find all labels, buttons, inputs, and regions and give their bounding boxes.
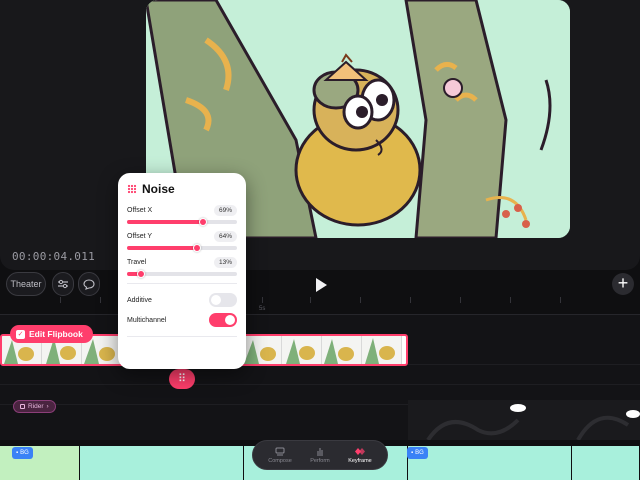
rider-track-chip[interactable]: Rider › bbox=[13, 400, 56, 413]
adjust-button[interactable] bbox=[52, 272, 74, 296]
timeline-ruler[interactable]: 5s bbox=[0, 297, 640, 315]
param-value[interactable]: 69% bbox=[213, 205, 237, 216]
flipbook-frame[interactable] bbox=[242, 336, 282, 364]
ruler-tick bbox=[100, 297, 101, 303]
noise-grid-icon bbox=[127, 184, 137, 194]
toggle-multichannel-row: Multichannel bbox=[127, 310, 237, 330]
mode-switcher: Compose Perform Keyframe bbox=[252, 440, 388, 470]
flipbook-frame[interactable] bbox=[282, 336, 322, 364]
mode-perform[interactable]: Perform bbox=[310, 447, 330, 464]
sliders-icon bbox=[58, 279, 68, 289]
param-value[interactable]: 64% bbox=[213, 231, 237, 242]
toggle-knob bbox=[225, 315, 235, 325]
offset-y-slider[interactable] bbox=[127, 244, 237, 252]
ruler-tick bbox=[560, 297, 561, 303]
track-square-icon: ▪ bbox=[411, 450, 414, 456]
mode-compose[interactable]: Compose bbox=[268, 447, 292, 464]
noise-effect-handle[interactable]: ⠿ bbox=[169, 369, 195, 389]
slider-thumb[interactable] bbox=[193, 244, 202, 252]
frame-thumbnail bbox=[244, 340, 276, 364]
rider-label: Rider bbox=[28, 403, 44, 410]
edit-flipbook-label: Edit Flipbook bbox=[29, 329, 83, 339]
track-square-icon: ▪ bbox=[16, 450, 19, 456]
ruler-tick bbox=[310, 297, 311, 303]
ruler-tick bbox=[262, 297, 263, 303]
noise-settings-panel: Noise Offset X 69% Offset Y 64% Travel 13% … bbox=[118, 173, 246, 369]
additive-toggle[interactable] bbox=[209, 293, 237, 307]
background-art-preview bbox=[426, 404, 640, 440]
add-track-button[interactable]: + bbox=[612, 273, 634, 295]
bg-clip[interactable] bbox=[572, 446, 640, 480]
play-icon[interactable] bbox=[313, 277, 329, 293]
frame-thumbnail bbox=[365, 338, 395, 364]
slider-fill bbox=[127, 246, 198, 250]
divider bbox=[127, 336, 237, 337]
toggle-label: Multichannel bbox=[127, 316, 167, 324]
timeline-toolbar: Theater bbox=[0, 272, 640, 298]
ruler-label-5s: 5s bbox=[259, 306, 266, 312]
timecode-display: 00:00:04.011 bbox=[12, 250, 96, 263]
ruler-tick bbox=[60, 297, 61, 303]
track-square-icon bbox=[20, 404, 25, 409]
noise-grid-icon: ⠿ bbox=[177, 373, 187, 385]
track-row bbox=[0, 365, 640, 385]
toggle-knob bbox=[211, 295, 221, 305]
param-value[interactable]: 13% bbox=[213, 257, 237, 268]
layers-icon bbox=[275, 447, 285, 455]
travel-slider[interactable] bbox=[127, 270, 237, 278]
divider bbox=[127, 283, 237, 284]
multichannel-toggle[interactable] bbox=[209, 313, 237, 327]
hand-icon bbox=[317, 447, 323, 456]
param-label: Offset X bbox=[127, 207, 153, 214]
comment-icon bbox=[83, 278, 95, 290]
slider-fill bbox=[127, 220, 203, 224]
comment-button[interactable] bbox=[78, 272, 100, 296]
theater-button[interactable]: Theater bbox=[6, 272, 46, 296]
bg-clip[interactable] bbox=[408, 446, 572, 480]
bg-tag: ▪ BG bbox=[12, 447, 33, 459]
frame-thumbnail bbox=[324, 339, 354, 364]
param-label: Travel bbox=[127, 259, 147, 266]
toggle-label: Additive bbox=[127, 296, 152, 304]
background-art-strip bbox=[408, 400, 640, 440]
edit-flipbook-button[interactable]: ✓ Edit Flipbook bbox=[10, 325, 93, 343]
checkbox-icon: ✓ bbox=[16, 329, 25, 339]
param-offset-y: Offset Y 64% bbox=[127, 231, 237, 252]
ruler-tick bbox=[410, 297, 411, 303]
toggle-additive-row: Additive bbox=[127, 290, 237, 310]
panel-header: Noise bbox=[127, 182, 237, 196]
chevron-right-icon: › bbox=[46, 403, 49, 410]
offset-x-slider[interactable] bbox=[127, 218, 237, 226]
bg-tag: ▪ BG bbox=[407, 447, 428, 459]
flipbook-frame[interactable] bbox=[322, 336, 362, 364]
slider-thumb[interactable] bbox=[198, 218, 207, 226]
param-travel: Travel 13% bbox=[127, 257, 237, 278]
param-label: Offset Y bbox=[127, 233, 153, 240]
keyframe-diamond-icon bbox=[354, 447, 365, 455]
bg-clip[interactable] bbox=[80, 446, 244, 480]
ruler-tick bbox=[510, 297, 511, 303]
ruler-tick bbox=[360, 297, 361, 303]
slider-thumb[interactable] bbox=[137, 270, 146, 278]
mode-keyframe[interactable]: Keyframe bbox=[348, 447, 372, 464]
panel-title: Noise bbox=[142, 182, 175, 196]
stage-area: 00:00:04.011 bbox=[0, 0, 640, 270]
frame-thumbnail bbox=[286, 339, 315, 364]
ruler-tick bbox=[460, 297, 461, 303]
app-window: 00:00:04.011 Theater + 5s ✓ Edit Flipboo… bbox=[0, 0, 640, 480]
plus-icon: + bbox=[617, 273, 629, 293]
flipbook-frame[interactable] bbox=[362, 336, 402, 364]
param-offset-x: Offset X 69% bbox=[127, 205, 237, 226]
